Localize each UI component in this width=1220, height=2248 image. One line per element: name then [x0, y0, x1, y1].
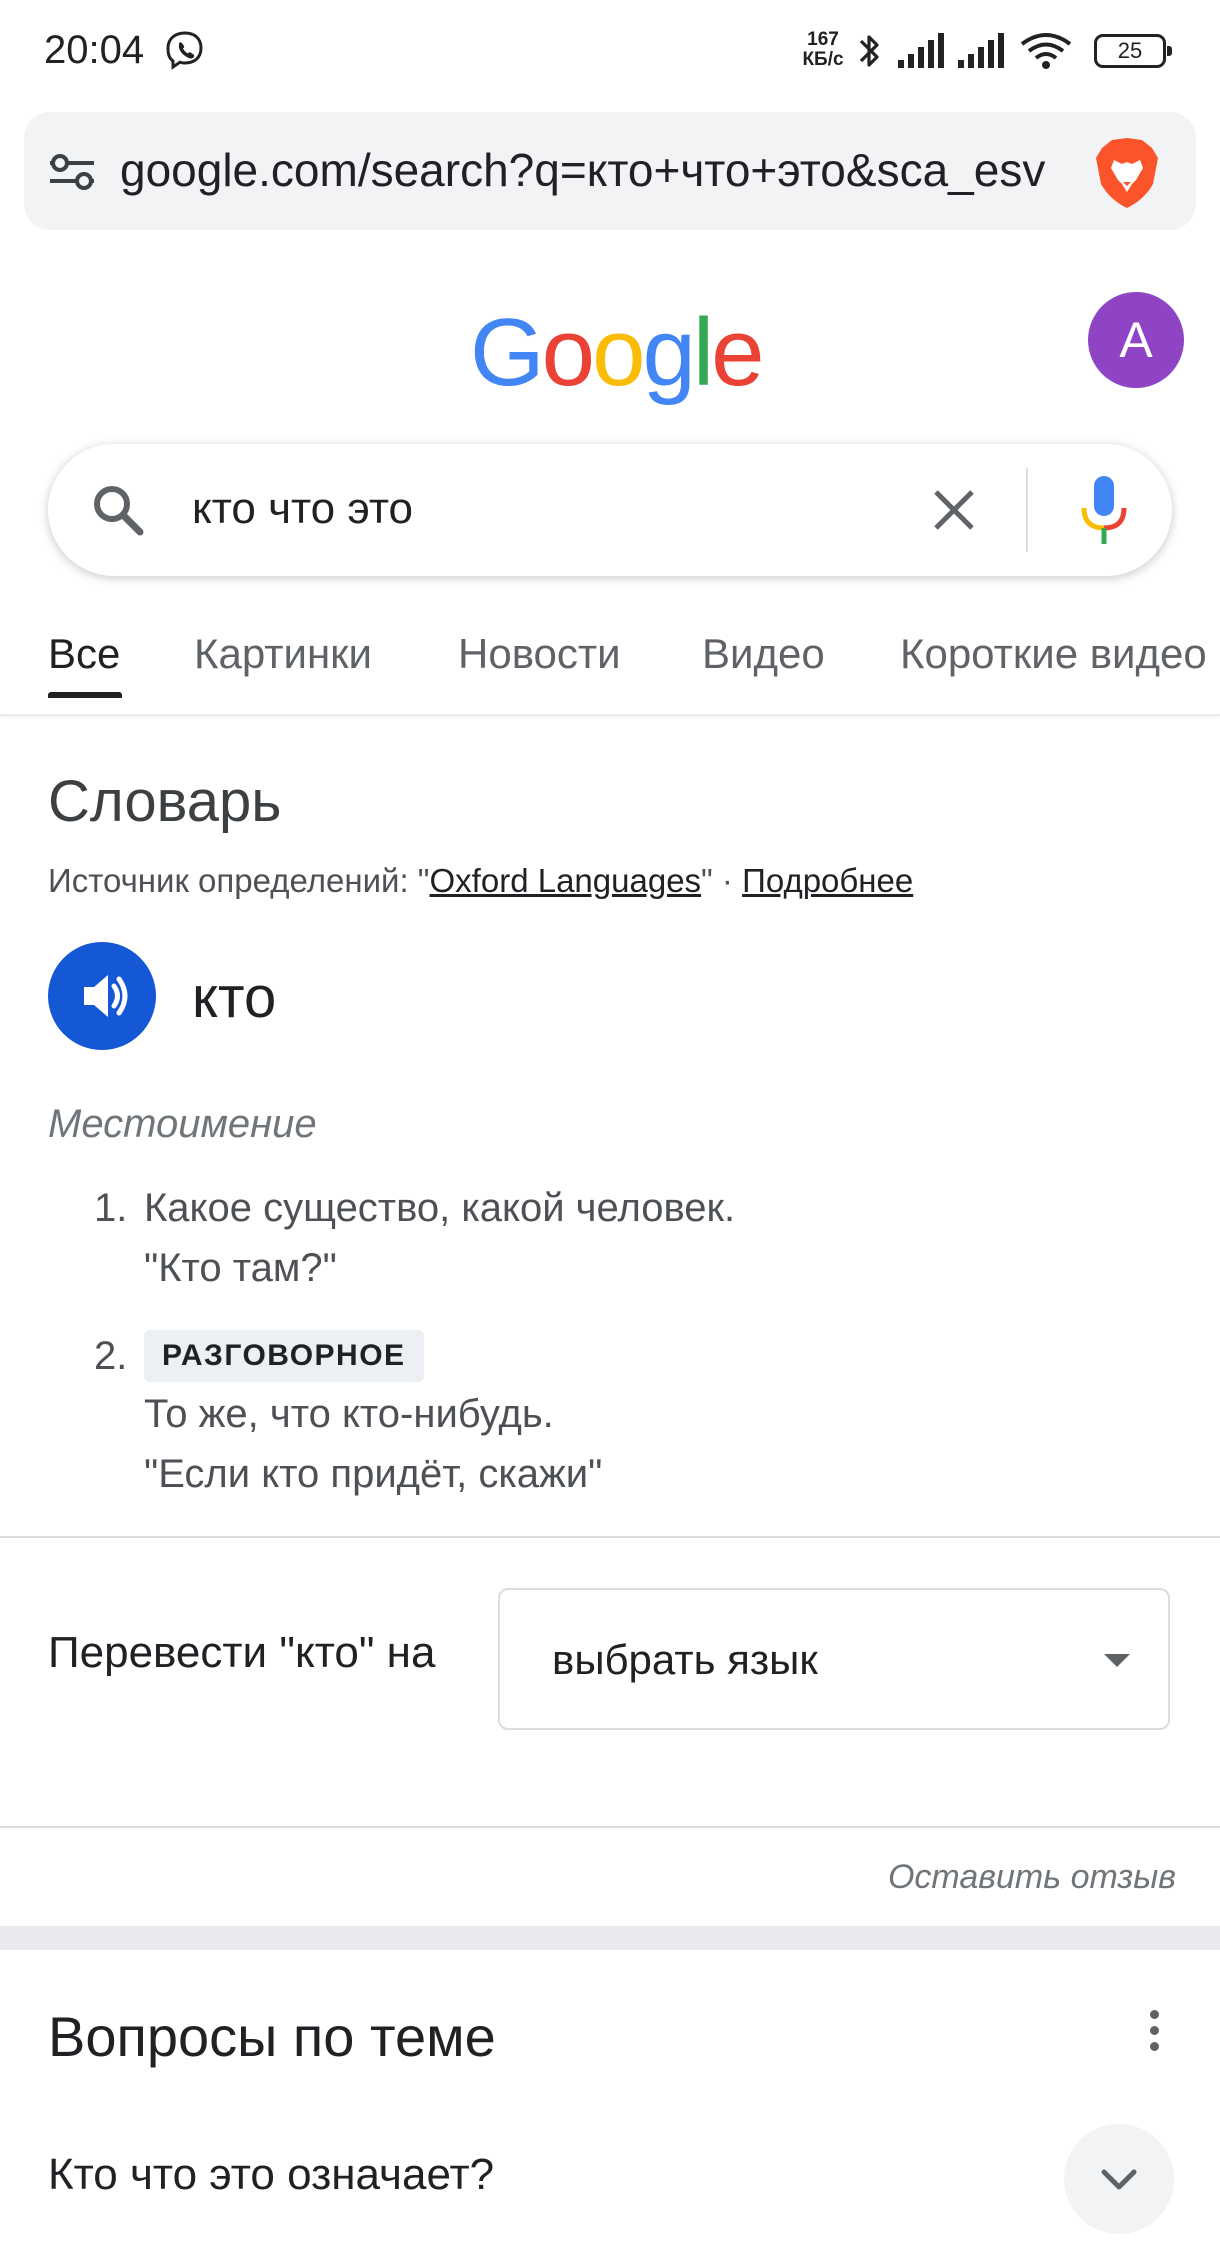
tab-short-videos[interactable]: Короткие видео [900, 630, 1207, 678]
divider [0, 1826, 1220, 1828]
tune-icon[interactable] [48, 152, 96, 192]
viber-icon [166, 31, 203, 70]
microphone-icon[interactable] [1074, 472, 1134, 548]
url-text[interactable]: google.com/search?q=кто+что+это&sca_esv [120, 142, 1088, 198]
language-select-value: выбрать язык [552, 1636, 818, 1683]
section-separator [0, 1926, 1220, 1950]
brave-shields-icon[interactable] [1090, 134, 1164, 212]
definition-number: 2. [94, 1334, 128, 1378]
language-select[interactable]: выбрать язык [498, 1588, 1170, 1730]
speaker-icon [84, 975, 128, 1017]
dictionary-title: Словарь [48, 769, 282, 834]
signal-icon-1 [898, 33, 944, 68]
tab-videos[interactable]: Видео [702, 630, 825, 678]
dictionary-word: кто [192, 965, 277, 1030]
definition-example: "Если кто придёт, скажи" [144, 1452, 603, 1496]
search-input[interactable]: кто что это [192, 484, 413, 534]
translate-label: Перевести "кто" на [48, 1628, 436, 1677]
definition-text: То же, что кто-нибудь. [144, 1392, 554, 1436]
definition-number: 1. [94, 1186, 128, 1230]
network-speed: 167 КБ/с [802, 29, 844, 70]
chevron-down-icon [1101, 2169, 1137, 2190]
search-tabs: Все Картинки Новости Видео Короткие виде… [0, 620, 1220, 716]
tab-all[interactable]: Все [48, 630, 120, 678]
google-logo[interactable]: Google [470, 298, 765, 408]
pronounce-button[interactable] [48, 942, 156, 1050]
active-tab-indicator [48, 692, 122, 698]
definition-text: Какое существо, какой человек. [144, 1186, 736, 1230]
related-question[interactable]: Кто что это означает? [48, 2150, 494, 2200]
status-bar: 20:04 167 КБ/с 25 [0, 0, 1220, 104]
signal-icon-2 [958, 33, 1004, 68]
divider [0, 1536, 1220, 1538]
part-of-speech: Местоимение [48, 1102, 317, 1146]
feedback-link[interactable]: Оставить отзыв [888, 1858, 1176, 1897]
related-questions-title: Вопросы по теме [48, 2005, 496, 2068]
oxford-languages-link[interactable]: Oxford Languages [430, 862, 702, 899]
search-divider [1026, 468, 1028, 552]
tab-images[interactable]: Картинки [194, 630, 372, 678]
more-options-icon[interactable] [1144, 2010, 1164, 2058]
search-box[interactable]: кто что это [48, 444, 1172, 576]
tab-news[interactable]: Новости [458, 630, 621, 678]
more-link[interactable]: Подробнее [742, 862, 913, 899]
battery-indicator: 25 [1094, 34, 1172, 68]
dropdown-arrow-icon [1104, 1654, 1130, 1667]
search-icon[interactable] [88, 480, 148, 540]
clear-icon[interactable] [928, 484, 980, 536]
bluetooth-icon [859, 35, 879, 67]
address-bar[interactable]: google.com/search?q=кто+что+это&sca_esv [24, 112, 1196, 230]
register-label: РАЗГОВОРНОЕ [144, 1330, 424, 1382]
dictionary-source: Источник определений: "Oxford Languages"… [48, 862, 914, 899]
status-time: 20:04 [44, 28, 145, 72]
expand-question-button[interactable] [1064, 2124, 1174, 2234]
wifi-icon [1020, 33, 1072, 69]
account-avatar[interactable]: A [1088, 292, 1184, 388]
definition-example: "Кто там?" [144, 1246, 337, 1290]
